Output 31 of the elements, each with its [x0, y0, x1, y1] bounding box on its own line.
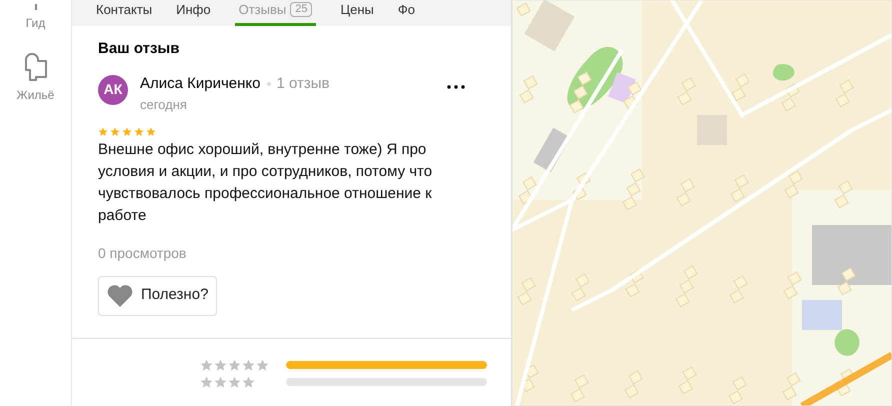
star-icon [228, 358, 241, 372]
more-icon [447, 84, 465, 88]
star-icon [134, 126, 144, 136]
star-icon [122, 126, 132, 136]
star-icon [110, 126, 120, 136]
review-date: сегодня [140, 96, 188, 114]
house-icon [22, 52, 48, 82]
tab[interactable]: Цены [340, 0, 374, 26]
author-name[interactable]: Алиса Кириченко [140, 72, 260, 95]
avatar: АК [98, 74, 128, 104]
tab[interactable]: Фо [398, 0, 415, 26]
sidebar-item[interactable]: Гид [26, 4, 46, 32]
section-heading: Ваш отзыв [98, 39, 180, 59]
star-icon [146, 126, 156, 136]
star-icon [242, 358, 255, 372]
useful-button[interactable]: Полезно? [98, 276, 218, 316]
star-icon [200, 376, 213, 388]
sidebar-item[interactable]: Жильё [16, 52, 54, 104]
star-icon [256, 358, 269, 372]
view-count: 0 просмотров [98, 244, 188, 263]
review-text: Внешне офис хороший, внутренне тоже) Я про условия и акции, и про сотрудников, потому что чувствовалось профессиональное отношение к работе [98, 140, 434, 226]
star-icon [98, 126, 108, 136]
star-icon [214, 358, 227, 372]
star-icon [214, 376, 227, 388]
review-count: 1 отзыв [276, 74, 330, 94]
tab[interactable]: Контакты [96, 0, 152, 26]
star-icon [200, 358, 213, 372]
tab[interactable]: Инфо [176, 0, 211, 26]
star-icon [228, 376, 241, 388]
heart-icon [107, 284, 133, 306]
star-icon [242, 376, 255, 388]
